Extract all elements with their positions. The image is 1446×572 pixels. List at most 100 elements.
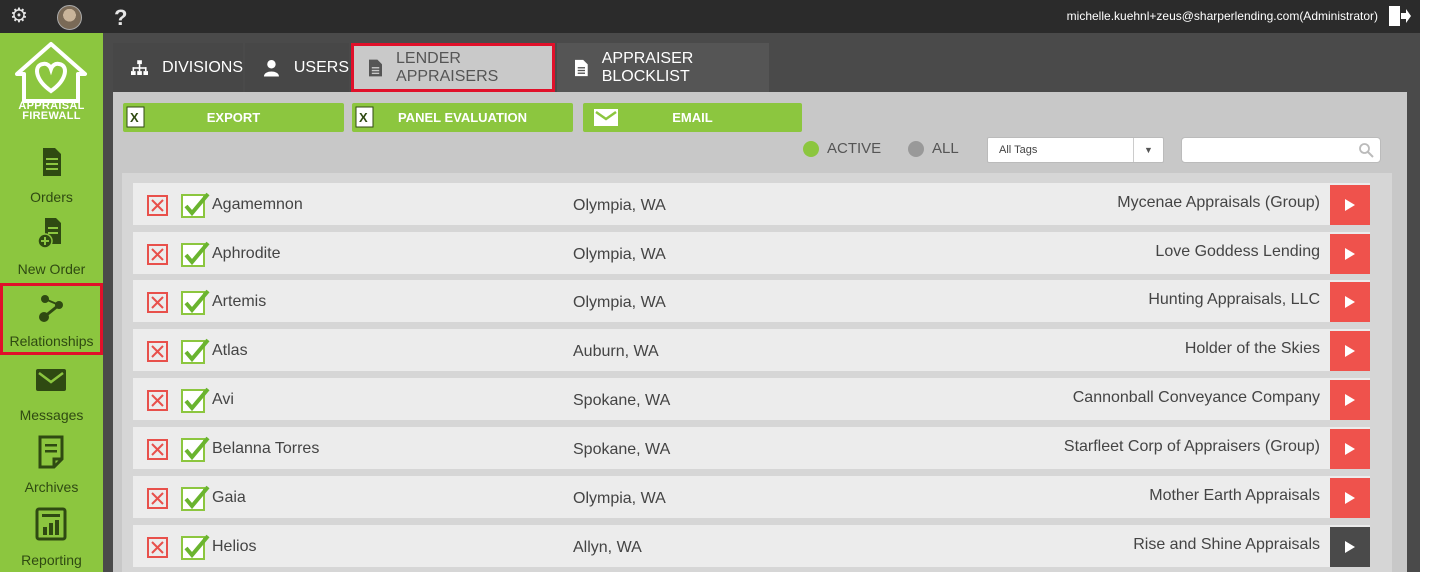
approve-check-icon[interactable] bbox=[181, 191, 211, 219]
play-arrow-icon bbox=[1345, 345, 1355, 357]
appraiser-company: Holder of the Skies bbox=[1184, 340, 1320, 357]
sidebar-item-relationships[interactable]: Relationships bbox=[0, 283, 103, 355]
user-avatar[interactable] bbox=[57, 5, 82, 30]
sidebar-item-reporting[interactable]: Reporting bbox=[0, 507, 103, 572]
approve-check-icon[interactable] bbox=[181, 386, 211, 414]
active-filter-label: ACTIVE bbox=[827, 140, 882, 157]
remove-x-icon[interactable] bbox=[147, 390, 168, 411]
row-arrow-button[interactable] bbox=[1330, 331, 1370, 371]
appraiser-city: Olympia, WA bbox=[573, 246, 666, 263]
remove-x-icon[interactable] bbox=[147, 244, 168, 265]
excel-icon: X bbox=[126, 106, 145, 128]
settings-gear-icon[interactable]: ⚙ bbox=[10, 5, 28, 27]
play-arrow-icon bbox=[1345, 199, 1355, 211]
remove-x-icon[interactable] bbox=[147, 488, 168, 509]
sidebar-item-orders[interactable]: Orders bbox=[0, 145, 103, 217]
play-arrow-icon bbox=[1345, 443, 1355, 455]
approve-check-icon[interactable] bbox=[181, 288, 211, 316]
appraiser-row: Avi Spokane, WA Cannonball Conveyance Co… bbox=[133, 378, 1370, 420]
org-chart-icon bbox=[131, 59, 149, 75]
sidebar-item-archives[interactable]: Archives bbox=[0, 435, 103, 507]
sidebar-item-label: Messages bbox=[19, 407, 84, 423]
appraiser-city: Spokane, WA bbox=[573, 392, 671, 409]
user-icon bbox=[263, 59, 279, 76]
all-radio-dot bbox=[908, 140, 924, 157]
row-arrow-button[interactable] bbox=[1330, 380, 1370, 420]
panel-evaluation-button[interactable]: X PANEL EVALUATION bbox=[352, 103, 573, 132]
remove-x-icon[interactable] bbox=[147, 292, 168, 313]
tab-lender-appraisers[interactable]: LENDER APPRAISERS bbox=[351, 43, 555, 92]
appraisal-firewall-logo-icon[interactable] bbox=[14, 41, 88, 105]
row-arrow-button[interactable] bbox=[1330, 282, 1370, 322]
tags-select[interactable]: All Tags ▼ bbox=[987, 137, 1164, 163]
appraiser-name[interactable]: Aphrodite bbox=[212, 245, 281, 263]
appraiser-list: Agamemnon Olympia, WA Mycenae Appraisals… bbox=[122, 173, 1392, 572]
approve-check-icon[interactable] bbox=[181, 435, 211, 463]
main-content: DIVISIONS USERS LENDER APPRAISERS APPRAI… bbox=[103, 33, 1420, 572]
appraiser-company: Starfleet Corp of Appraisers (Group) bbox=[1063, 438, 1320, 455]
remove-x-icon[interactable] bbox=[147, 537, 168, 558]
appraiser-name[interactable]: Avi bbox=[212, 391, 234, 409]
envelope-icon bbox=[36, 369, 66, 391]
play-arrow-icon bbox=[1345, 296, 1355, 308]
excel-icon: X bbox=[355, 106, 374, 128]
row-arrow-button[interactable] bbox=[1330, 527, 1370, 567]
all-filter-toggle[interactable]: ALL bbox=[908, 140, 959, 157]
appraiser-city: Spokane, WA bbox=[573, 441, 671, 458]
approve-check-icon[interactable] bbox=[181, 533, 211, 561]
appraiser-name[interactable]: Artemis bbox=[212, 293, 266, 311]
search-input[interactable] bbox=[1181, 137, 1381, 163]
sidebar-item-new-order[interactable]: New Order bbox=[0, 216, 103, 288]
row-arrow-button[interactable] bbox=[1330, 429, 1370, 469]
tags-select-value: All Tags bbox=[999, 144, 1038, 156]
approve-check-icon[interactable] bbox=[181, 337, 211, 365]
active-filter-toggle[interactable]: ACTIVE bbox=[803, 140, 881, 157]
approve-check-icon[interactable] bbox=[181, 484, 211, 512]
play-arrow-icon bbox=[1345, 394, 1355, 406]
tab-divisions[interactable]: DIVISIONS bbox=[113, 43, 243, 92]
remove-x-icon[interactable] bbox=[147, 195, 168, 216]
sidebar-item-messages[interactable]: Messages bbox=[0, 363, 103, 435]
tab-appraiser-blocklist[interactable]: APPRAISER BLOCKLIST bbox=[557, 43, 769, 92]
export-button[interactable]: X EXPORT bbox=[123, 103, 344, 132]
logo-text: APPRAISAL FIREWALL bbox=[0, 101, 103, 122]
logout-icon[interactable] bbox=[1388, 5, 1412, 27]
search-icon bbox=[1359, 143, 1374, 158]
email-button[interactable]: EMAIL bbox=[583, 103, 802, 132]
logo-line-2: FIREWALL bbox=[22, 110, 81, 122]
export-label: EXPORT bbox=[206, 110, 261, 125]
remove-x-icon[interactable] bbox=[147, 341, 168, 362]
user-email: michelle.kuehnl+zeus@sharperlending.com(… bbox=[1066, 9, 1378, 23]
appraiser-name[interactable]: Helios bbox=[212, 538, 256, 556]
appraiser-name[interactable]: Belanna Torres bbox=[212, 440, 319, 458]
sidebar: APPRAISAL FIREWALL Orders New Order Rela… bbox=[0, 33, 103, 572]
appraiser-name[interactable]: Gaia bbox=[212, 489, 246, 507]
appraiser-company: Mycenae Appraisals (Group) bbox=[1117, 194, 1320, 211]
sidebar-item-label: Orders bbox=[30, 189, 73, 205]
row-arrow-button[interactable] bbox=[1330, 185, 1370, 225]
appraiser-row: Gaia Olympia, WA Mother Earth Appraisals bbox=[133, 476, 1370, 518]
tab-label: USERS bbox=[293, 58, 349, 76]
appraiser-name[interactable]: Atlas bbox=[212, 342, 248, 360]
remove-x-icon[interactable] bbox=[147, 439, 168, 460]
play-arrow-icon bbox=[1345, 248, 1355, 260]
active-radio-dot bbox=[803, 140, 819, 157]
lender-appraisers-panel: X EXPORT X PANEL EVALUATION EMAIL ACTIVE… bbox=[113, 92, 1407, 572]
document-icon bbox=[575, 59, 588, 76]
archives-icon bbox=[38, 435, 64, 469]
approve-check-icon[interactable] bbox=[181, 240, 211, 268]
panel-evaluation-label: PANEL EVALUATION bbox=[397, 110, 528, 125]
sidebar-item-label: Relationships bbox=[9, 333, 94, 349]
help-icon[interactable]: ? bbox=[114, 5, 127, 31]
svg-text:X: X bbox=[130, 110, 139, 125]
play-arrow-icon bbox=[1345, 541, 1355, 553]
chevron-down-icon[interactable]: ▼ bbox=[1133, 138, 1163, 162]
appraiser-company: Hunting Appraisals, LLC bbox=[1148, 291, 1320, 308]
row-arrow-button[interactable] bbox=[1330, 234, 1370, 274]
tab-label: DIVISIONS bbox=[162, 58, 243, 76]
page-scroll-gutter bbox=[1420, 0, 1446, 572]
tab-users[interactable]: USERS bbox=[245, 43, 349, 92]
appraiser-city: Auburn, WA bbox=[573, 343, 659, 360]
appraiser-name[interactable]: Agamemnon bbox=[212, 196, 303, 214]
row-arrow-button[interactable] bbox=[1330, 478, 1370, 518]
